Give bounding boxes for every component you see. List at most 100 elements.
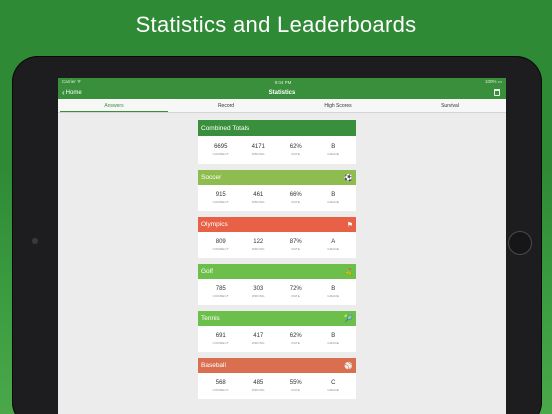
stat-wrong: 485 WRONG [240,380,276,392]
banner-title: Statistics and Leaderboards [135,12,417,37]
wrong-label: WRONG [251,247,265,251]
card-header: Olympics ⚑ [198,217,356,232]
navigation-bar: ‹ Home Statistics [58,86,506,99]
grade-label: GRADE [327,247,340,251]
home-button[interactable] [508,231,532,255]
stat-card-soccer[interactable]: Soccer ⚽ 915 CORRECT 461 WRONG 66% RATE B GR… [198,170,356,211]
stat-correct: 6695 CORRECT [203,144,239,156]
card-title: Olympics [201,221,228,228]
grade-label: GRADE [327,341,340,345]
rate-value: 62% [289,333,302,339]
stat-card-olympics[interactable]: Olympics ⚑ 809 CORRECT 122 WRONG 87% RATE A… [198,217,356,258]
back-button[interactable]: ‹ Home [62,87,82,97]
stat-wrong: 122 WRONG [240,239,276,251]
card-title: Soccer [201,174,222,181]
status-carrier: Carrier ᯤ [62,79,82,84]
correct-label: CORRECT [212,247,229,251]
correct-value: 691 [215,333,226,339]
stat-grade: B GRADE [315,286,351,298]
card-header: Soccer ⚽ [198,170,356,185]
wrong-value: 4171 [251,144,265,150]
status-battery: 100% ▭ [484,79,502,84]
stat-correct: 785 CORRECT [203,286,239,298]
wrong-label: WRONG [251,341,265,345]
rate-label: RATE [291,294,301,298]
tab-high-scores[interactable]: High Scores [282,99,394,112]
correct-value: 568 [215,380,226,386]
stat-correct: 568 CORRECT [203,380,239,392]
correct-value: 6695 [214,144,228,150]
stat-rate: 66% RATE [278,192,314,204]
stat-grade: B GRADE [315,192,351,204]
rate-label: RATE [291,388,301,392]
tab-record[interactable]: Record [170,99,282,112]
stat-rate: 62% RATE [278,144,314,156]
chevron-left-icon: ‹ [62,87,65,97]
stat-grade: C GRADE [315,380,351,392]
card-stats: 691 CORRECT 417 WRONG 62% RATE B GRADE [198,326,356,352]
card-title: Tennis [201,315,220,322]
correct-value: 785 [215,286,226,292]
stat-rate: 55% RATE [278,380,314,392]
rate-label: RATE [291,341,301,345]
stats-card-list: Combined Totals 6695 CORRECT 4171 WRONG 62… [198,120,356,405]
correct-value: 915 [215,192,226,198]
card-header: Baseball ⚾ [198,358,356,373]
card-stats: 785 CORRECT 303 WRONG 72% RATE B GRADE [198,279,356,305]
stat-wrong: 417 WRONG [240,333,276,345]
stat-grade: B GRADE [315,144,351,156]
grade-value: A [331,239,336,245]
stat-wrong: 461 WRONG [240,192,276,204]
status-time: 9:04 PM [274,79,292,85]
rate-value: 55% [289,380,302,386]
grade-value: B [331,144,336,150]
tab-answers[interactable]: Answers [58,99,170,112]
stat-grade: B GRADE [315,333,351,345]
stat-wrong: 303 WRONG [240,286,276,298]
grade-label: GRADE [327,294,340,298]
tab-survival[interactable]: Survival [394,99,506,112]
card-stats: 568 CORRECT 485 WRONG 55% RATE C GRADE [198,373,356,399]
rate-label: RATE [291,247,301,251]
correct-label: CORRECT [212,388,229,392]
card-header: Combined Totals [198,120,356,136]
stat-card-combined: Combined Totals 6695 CORRECT 4171 WRONG 62… [198,120,356,164]
card-stats: 6695 CORRECT 4171 WRONG 62% RATE B GRADE [198,136,356,164]
stat-rate: 72% RATE [278,286,314,298]
stat-rate: 87% RATE [278,239,314,251]
grade-label: GRADE [327,152,340,156]
card-header: Tennis 🎾 [198,311,356,326]
ipad-frame: Carrier ᯤ 9:04 PM 100% ▭ ‹ Home Statisti… [12,56,542,414]
soccer-ball-icon: ⚽ [344,174,353,182]
grade-label: GRADE [327,200,340,204]
card-stats: 809 CORRECT 122 WRONG 87% RATE A GRADE [198,232,356,258]
trash-icon[interactable] [494,89,500,96]
back-label: Home [65,89,82,96]
rate-value: 62% [289,144,302,150]
wrong-label: WRONG [251,152,265,156]
card-title: Baseball [201,362,226,369]
rate-value: 66% [289,192,302,198]
card-title: Golf [201,268,213,275]
stat-correct: 809 CORRECT [203,239,239,251]
segment-tabs: Answers Record High Scores Survival [58,99,506,113]
status-bar: Carrier ᯤ 9:04 PM 100% ▭ [58,78,506,86]
stat-card-baseball[interactable]: Baseball ⚾ 568 CORRECT 485 WRONG 55% RATE C… [198,358,356,399]
stat-rate: 62% RATE [278,333,314,345]
page-title: Statistics [268,89,296,96]
wrong-value: 461 [253,192,264,198]
wrong-value: 417 [253,333,264,339]
card-header: Golf ⛳ [198,264,356,279]
golf-flag-icon: ⛳ [344,268,353,276]
stat-card-tennis[interactable]: Tennis 🎾 691 CORRECT 417 WRONG 62% RATE B GR… [198,311,356,352]
rate-label: RATE [291,200,301,204]
card-stats: 915 CORRECT 461 WRONG 66% RATE B GRADE [198,185,356,211]
tennis-racket-icon: 🎾 [344,315,353,323]
wrong-value: 303 [253,286,264,292]
rate-value: 72% [289,286,302,292]
torch-icon: ⚑ [346,221,353,229]
correct-label: CORRECT [212,200,229,204]
stat-card-golf[interactable]: Golf ⛳ 785 CORRECT 303 WRONG 72% RATE B GRAD… [198,264,356,305]
wrong-label: WRONG [251,200,265,204]
stat-correct: 691 CORRECT [203,333,239,345]
